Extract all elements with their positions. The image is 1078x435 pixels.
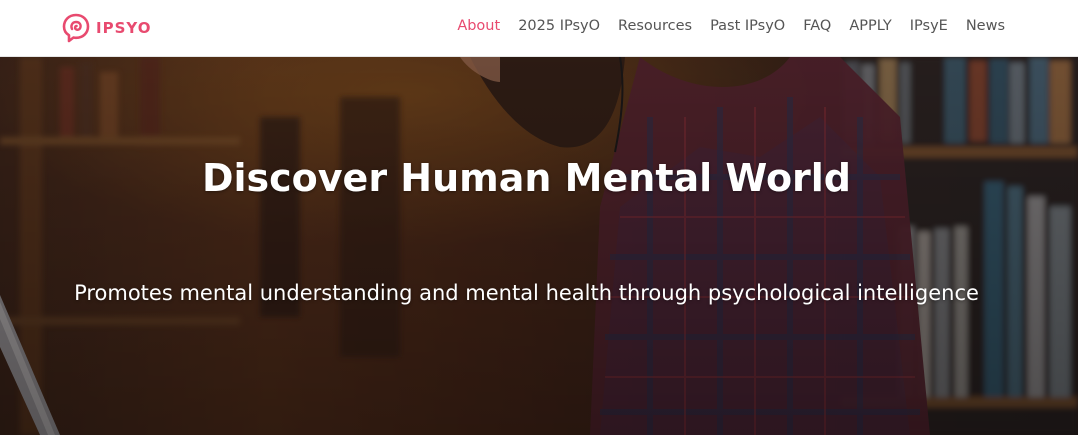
main-nav: About 2025 IPsyO Resources Past IPsyO FA… xyxy=(439,0,1005,52)
brand-logo-link[interactable]: IPSYO xyxy=(60,10,151,46)
nav-item-apply[interactable]: APPLY xyxy=(849,18,891,34)
hero-background-image xyxy=(0,57,1078,435)
nav-item-past-ipsyo[interactable]: Past IPsyO xyxy=(710,18,785,34)
top-navbar: IPSYO About 2025 IPsyO Resources Past IP… xyxy=(0,0,1078,57)
nav-item-faq[interactable]: FAQ xyxy=(803,18,831,34)
brain-speech-bubble-icon xyxy=(62,13,90,43)
hero-banner: Discover Human Mental World Promotes men… xyxy=(0,57,1078,435)
nav-item-ipsye[interactable]: IPsyE xyxy=(910,18,948,34)
nav-item-resources[interactable]: Resources xyxy=(618,18,692,34)
hero-title: Discover Human Mental World xyxy=(201,156,852,201)
nav-item-about[interactable]: About xyxy=(457,18,500,34)
nav-item-news[interactable]: News xyxy=(966,18,1005,34)
hero-subtitle: Promotes mental understanding and mental… xyxy=(74,281,979,305)
nav-item-2025-ipsyo[interactable]: 2025 IPsyO xyxy=(518,18,600,34)
brand-name: IPSYO xyxy=(96,19,152,37)
